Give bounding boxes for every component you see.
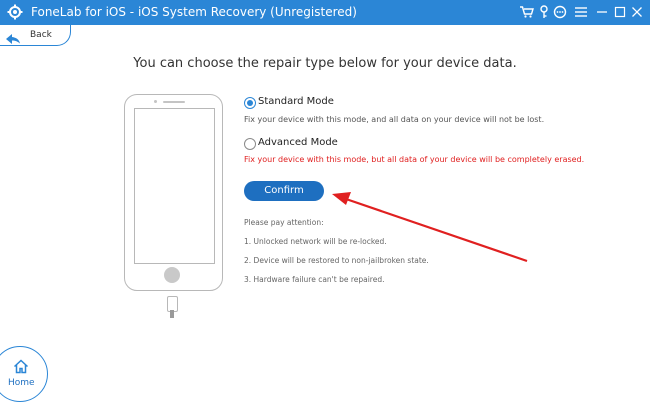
home-icon [13,359,29,378]
red-annotation-arrow [332,192,528,263]
home-label: Home [8,378,35,388]
